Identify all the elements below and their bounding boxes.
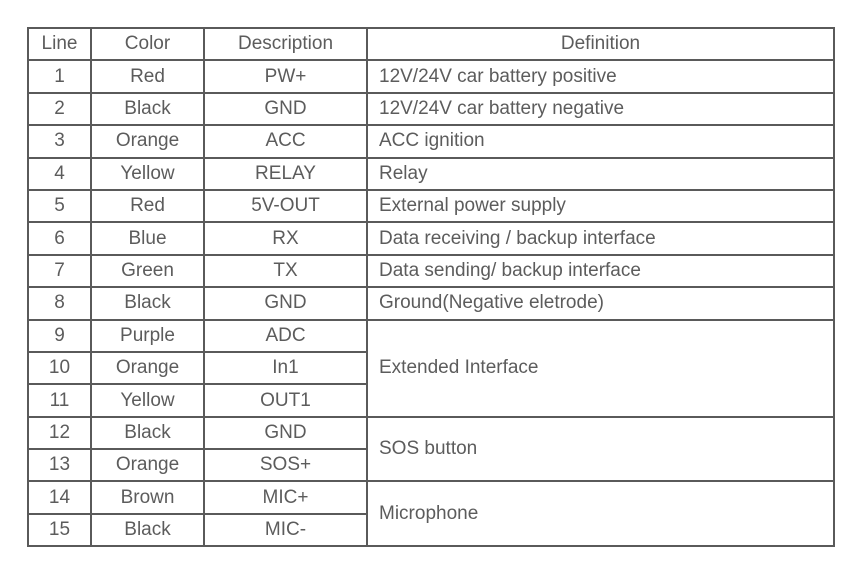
cell-description: GND	[203, 286, 368, 321]
cell-definition: 12V/24V car battery positive	[366, 59, 835, 94]
cell-line: 3	[27, 124, 92, 159]
column-header-color: Color	[90, 26, 205, 62]
cell-description: MIC+	[203, 480, 368, 515]
cell-line: 1	[27, 59, 92, 94]
cell-line: 7	[27, 253, 92, 289]
cell-definition: ACC ignition	[366, 124, 835, 159]
cell-line: 12	[27, 415, 92, 451]
cell-description: PW+	[203, 59, 368, 94]
cell-definition: Extended Interface	[366, 318, 835, 418]
cell-description: GND	[203, 415, 368, 451]
cell-line: 9	[27, 318, 92, 353]
table-row: 8 Black GND Ground(Negative eletrode)	[27, 286, 835, 321]
cell-definition: SOS button	[366, 415, 835, 483]
cell-color: Orange	[90, 350, 205, 386]
cell-color: Black	[90, 91, 205, 127]
cell-description: In1	[203, 350, 368, 386]
cell-definition: Ground(Negative eletrode)	[366, 286, 835, 321]
cell-definition: Relay	[366, 156, 835, 191]
table-row: 5 Red 5V-OUT External power supply	[27, 188, 835, 224]
cell-line: 11	[27, 383, 92, 418]
cell-color: Yellow	[90, 156, 205, 191]
table-body: 1 Red PW+ 12V/24V car battery positive 2 Blac…	[27, 59, 835, 548]
cell-color: Green	[90, 253, 205, 289]
cell-line: 8	[27, 286, 92, 321]
table-header: Line Color Description Definition	[27, 26, 835, 62]
column-header-description: Description	[203, 26, 368, 62]
cell-color: Orange	[90, 124, 205, 159]
table-row: 2 Black GND 12V/24V car battery negative	[27, 91, 835, 127]
cell-line: 4	[27, 156, 92, 191]
table-row: 4 Yellow RELAY Relay	[27, 156, 835, 191]
cell-line: 5	[27, 188, 92, 224]
wiring-pinout-table: Line Color Description Definition 1 Red PW…	[27, 26, 835, 548]
cell-color: Blue	[90, 221, 205, 256]
table-row: 3 Orange ACC ACC ignition	[27, 124, 835, 159]
cell-description: ACC	[203, 124, 368, 159]
column-header-line: Line	[27, 26, 92, 62]
table-header-row: Line Color Description Definition	[27, 26, 835, 62]
cell-description: RX	[203, 221, 368, 256]
cell-description: 5V-OUT	[203, 188, 368, 224]
cell-description: OUT1	[203, 383, 368, 418]
cell-description: TX	[203, 253, 368, 289]
table-row: 1 Red PW+ 12V/24V car battery positive	[27, 59, 835, 94]
table-row: 14 Brown MIC+ Microphone	[27, 480, 835, 548]
cell-color: Red	[90, 59, 205, 94]
cell-color: Purple	[90, 318, 205, 353]
table-row: 12 Black GND SOS button	[27, 415, 835, 483]
cell-description: ADC	[203, 318, 368, 353]
table-row: 7 Green TX Data sending/ backup interface	[27, 253, 835, 289]
cell-definition: Microphone	[366, 480, 835, 548]
cell-line: 10	[27, 350, 92, 386]
cell-definition: Data sending/ backup interface	[366, 253, 835, 289]
cell-description: SOS+	[203, 448, 368, 483]
pinout-table-container: Line Color Description Definition 1 Red PW…	[27, 26, 835, 548]
cell-color: Red	[90, 188, 205, 224]
cell-line: 15	[27, 512, 92, 548]
cell-line: 6	[27, 221, 92, 256]
cell-description: RELAY	[203, 156, 368, 191]
cell-color: Black	[90, 512, 205, 548]
cell-definition: External power supply	[366, 188, 835, 224]
cell-description: MIC-	[203, 512, 368, 548]
cell-definition: Data receiving / backup interface	[366, 221, 835, 256]
cell-color: Orange	[90, 448, 205, 483]
cell-color: Black	[90, 286, 205, 321]
cell-color: Black	[90, 415, 205, 451]
cell-color: Brown	[90, 480, 205, 515]
table-row: 6 Blue RX Data receiving / backup interface	[27, 221, 835, 256]
cell-description: GND	[203, 91, 368, 127]
cell-line: 14	[27, 480, 92, 515]
column-header-definition: Definition	[366, 26, 835, 62]
cell-color: Yellow	[90, 383, 205, 418]
cell-definition: 12V/24V car battery negative	[366, 91, 835, 127]
cell-line: 13	[27, 448, 92, 483]
table-row: 9 Purple ADC Extended Interface	[27, 318, 835, 418]
cell-line: 2	[27, 91, 92, 127]
